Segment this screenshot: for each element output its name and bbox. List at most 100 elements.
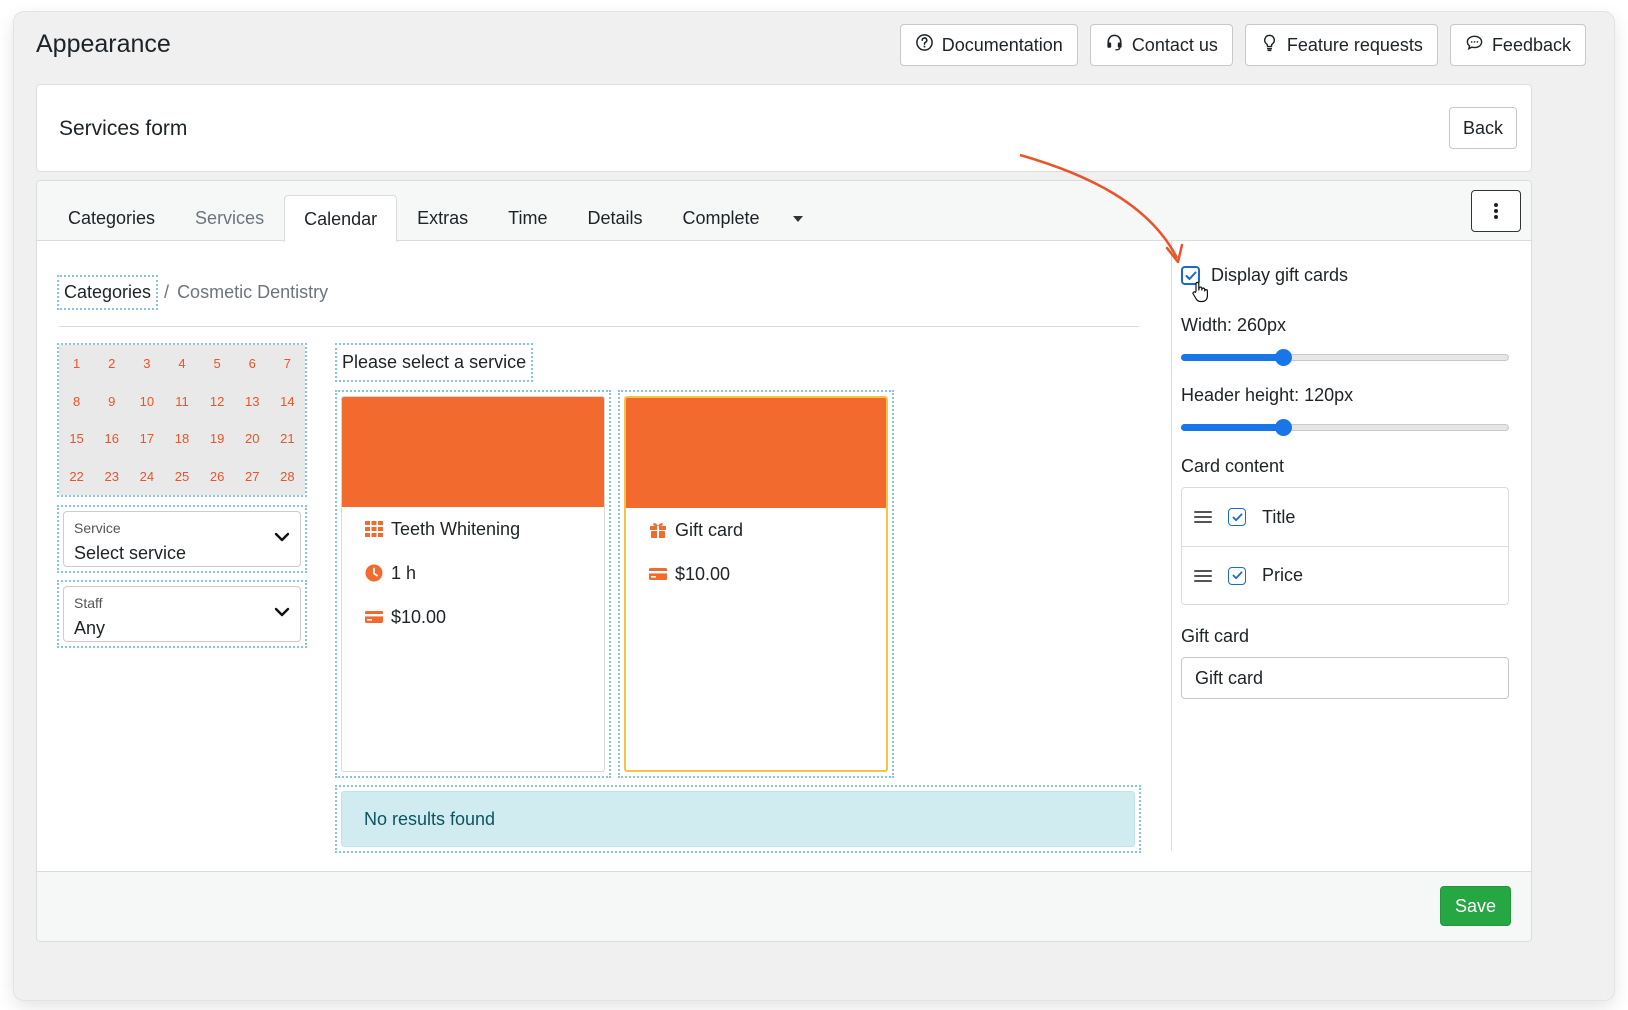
grid-icon <box>365 521 383 537</box>
staff-select-wrapper: Staff Any <box>57 580 307 648</box>
calendar-day[interactable]: 14 <box>270 394 305 409</box>
calendar-day[interactable]: 19 <box>200 431 235 446</box>
panel-divider <box>1171 241 1172 851</box>
calendar-day[interactable]: 5 <box>200 356 235 371</box>
calendar-day[interactable]: 21 <box>270 431 305 446</box>
slider-fill <box>1181 424 1283 431</box>
calendar-day[interactable]: 2 <box>94 356 129 371</box>
calendar-day[interactable]: 25 <box>164 469 199 484</box>
calendar-day[interactable]: 23 <box>94 469 129 484</box>
service-card-title: Teeth Whitening <box>391 518 521 539</box>
service-card-duration-row: 1 h <box>365 551 604 595</box>
contact-us-button[interactable]: Contact us <box>1089 24 1233 66</box>
service-card-wrapper: Teeth Whitening 1 h $10.00 <box>335 390 611 778</box>
calendar-day[interactable]: 20 <box>235 431 270 446</box>
service-card-teeth-whitening[interactable]: Teeth Whitening 1 h $10.00 <box>341 396 605 772</box>
service-select[interactable]: Service Select service <box>63 511 301 567</box>
calendar-day[interactable]: 8 <box>59 394 94 409</box>
service-select-label: Service <box>74 520 121 536</box>
calendar-day[interactable]: 11 <box>164 394 199 409</box>
service-card-duration: 1 h <box>391 562 417 583</box>
card-content-item-price[interactable]: Price <box>1182 546 1508 604</box>
select-service-prompt: Please select a service <box>334 343 534 382</box>
credit-card-icon <box>365 611 383 623</box>
calendar-day[interactable]: 3 <box>129 356 164 371</box>
service-select-wrapper: Service Select service <box>57 505 307 573</box>
width-label: Width: 260px <box>1181 315 1287 335</box>
calendar-day[interactable]: 9 <box>94 394 129 409</box>
tab-calendar[interactable]: Calendar <box>284 195 398 242</box>
staff-select-label: Staff <box>74 595 103 611</box>
tab-categories[interactable]: Categories <box>48 195 175 241</box>
service-card-gift-card[interactable]: Gift card $10.00 <box>624 396 888 772</box>
calendar-day[interactable]: 16 <box>94 431 129 446</box>
gift-card-input[interactable] <box>1181 657 1509 699</box>
display-gift-cards-label: Display gift cards <box>1211 265 1349 285</box>
gift-card-wrapper: Gift card $10.00 <box>618 390 894 778</box>
calendar-day[interactable]: 7 <box>270 356 305 371</box>
tabs-more-dropdown[interactable] <box>780 195 810 241</box>
lightbulb-icon <box>1260 33 1279 57</box>
checkmark-icon <box>1232 571 1242 580</box>
calendar-day[interactable]: 1 <box>59 356 94 371</box>
checkmark-icon <box>1185 271 1196 280</box>
gift-icon <box>650 523 666 538</box>
calendar-day[interactable]: 17 <box>129 431 164 446</box>
feature-requests-button[interactable]: Feature requests <box>1244 24 1438 66</box>
gift-card-header <box>626 398 886 508</box>
chat-bubble-icon <box>1465 33 1484 57</box>
tab-complete[interactable]: Complete <box>663 195 780 241</box>
tab-extras[interactable]: Extras <box>397 195 488 241</box>
gift-card-price: $10.00 <box>675 563 731 584</box>
form-header-card: Services form Back <box>36 84 1532 172</box>
calendar-day[interactable]: 6 <box>235 356 270 371</box>
calendar-day[interactable]: 12 <box>200 394 235 409</box>
calendar-day[interactable]: 28 <box>270 469 305 484</box>
title-checkbox[interactable] <box>1228 508 1246 526</box>
feedback-label: Feedback <box>1491 34 1571 55</box>
header-height-slider[interactable] <box>1181 416 1509 438</box>
breadcrumb-separator: / <box>164 282 170 302</box>
no-results-alert: No results found <box>341 791 1135 847</box>
chevron-down-icon <box>274 607 290 617</box>
tab-time[interactable]: Time <box>488 195 567 241</box>
calendar-day[interactable]: 15 <box>59 431 94 446</box>
gift-card-price-row: $10.00 <box>649 552 886 596</box>
calendar-day[interactable]: 13 <box>235 394 270 409</box>
drag-handle-icon[interactable] <box>1194 510 1212 524</box>
feedback-button[interactable]: Feedback <box>1449 24 1586 66</box>
tab-services[interactable]: Services <box>175 195 284 241</box>
back-button[interactable]: Back <box>1448 107 1517 149</box>
tab-details[interactable]: Details <box>567 195 662 241</box>
calendar-day[interactable]: 24 <box>129 469 164 484</box>
slider-thumb[interactable] <box>1274 349 1292 366</box>
calendar-day[interactable]: 10 <box>129 394 164 409</box>
hand-cursor-icon <box>1192 281 1208 303</box>
headset-icon <box>1105 33 1124 57</box>
divider <box>59 326 1139 327</box>
calendar-day[interactable]: 18 <box>164 431 199 446</box>
width-slider[interactable] <box>1181 346 1509 368</box>
card-content-item-title[interactable]: Title <box>1182 488 1508 546</box>
calendar-day[interactable]: 4 <box>164 356 199 371</box>
price-checkbox[interactable] <box>1228 566 1246 585</box>
header-height-label: Header height: 120px <box>1181 385 1354 405</box>
staff-select[interactable]: Staff Any <box>63 586 301 642</box>
documentation-button[interactable]: Documentation <box>899 24 1078 66</box>
breadcrumb-categories[interactable]: Categories <box>56 275 159 310</box>
save-button[interactable]: Save <box>1439 886 1511 926</box>
caret-down-icon <box>792 215 803 222</box>
service-card-title-row: Teeth Whitening <box>365 507 604 551</box>
service-select-value: Select service <box>74 543 187 563</box>
drag-handle-icon[interactable] <box>1194 569 1212 583</box>
more-options-button[interactable] <box>1471 190 1521 232</box>
slider-thumb[interactable] <box>1274 419 1292 436</box>
vertical-dots-icon <box>1494 203 1498 219</box>
calendar-day[interactable]: 26 <box>200 469 235 484</box>
checkmark-icon <box>1232 512 1242 521</box>
calendar-day[interactable]: 27 <box>235 469 270 484</box>
card-content-list: Title Price <box>1181 487 1509 605</box>
gift-card-field-label: Gift card <box>1181 626 1250 646</box>
service-card-price-row: $10.00 <box>365 595 604 639</box>
calendar-day[interactable]: 22 <box>59 469 94 484</box>
